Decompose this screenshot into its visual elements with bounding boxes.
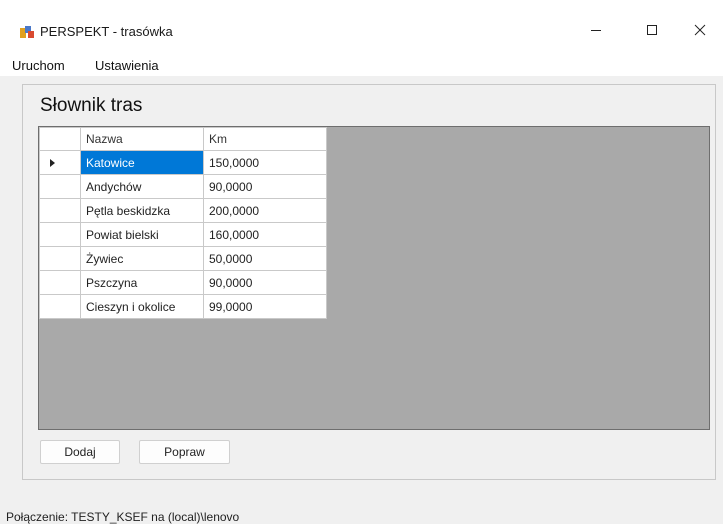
row-header[interactable]: [39, 246, 81, 271]
cell-km[interactable]: 50,0000: [203, 246, 327, 271]
cell-nazwa[interactable]: Żywiec: [80, 246, 204, 271]
routes-grid[interactable]: Nazwa Km Katowice 150,0000 Andychów 90,0…: [38, 126, 710, 430]
cell-km[interactable]: 200,0000: [203, 198, 327, 223]
table-row[interactable]: Żywiec 50,0000: [39, 246, 327, 271]
cell-nazwa[interactable]: Andychów: [80, 174, 204, 199]
menu-ustawienia[interactable]: Ustawienia: [95, 58, 159, 73]
cell-nazwa[interactable]: Powiat bielski: [80, 222, 204, 247]
cell-km[interactable]: 90,0000: [203, 174, 327, 199]
cell-nazwa[interactable]: Katowice: [80, 150, 204, 175]
row-header[interactable]: [39, 150, 81, 175]
maximize-button[interactable]: [629, 14, 675, 46]
row-header[interactable]: [39, 222, 81, 247]
add-button[interactable]: Dodaj: [40, 440, 120, 464]
row-header[interactable]: [39, 174, 81, 199]
menu-uruchom[interactable]: Uruchom: [12, 58, 65, 73]
cell-km[interactable]: 90,0000: [203, 270, 327, 295]
table-row[interactable]: Powiat bielski 160,0000: [39, 222, 327, 247]
column-header-nazwa[interactable]: Nazwa: [80, 127, 204, 151]
table-header-row: Nazwa Km: [39, 127, 327, 151]
cell-nazwa[interactable]: Cieszyn i okolice: [80, 294, 204, 319]
edit-button[interactable]: Popraw: [139, 440, 230, 464]
cell-km[interactable]: 160,0000: [203, 222, 327, 247]
cell-nazwa[interactable]: Pszczyna: [80, 270, 204, 295]
current-row-arrow-icon: [50, 159, 55, 167]
app-icon: [20, 26, 34, 38]
row-header[interactable]: [39, 270, 81, 295]
maximize-icon: [647, 25, 657, 35]
title-bar: PERSPEKT - trasówka: [0, 0, 723, 50]
close-icon: [694, 24, 706, 36]
table-row[interactable]: Pętla beskidzka 200,0000: [39, 198, 327, 223]
menu-bar: Uruchom Ustawienia: [0, 50, 723, 76]
table-row[interactable]: Cieszyn i okolice 99,0000: [39, 294, 327, 319]
minimize-icon: [591, 30, 601, 31]
table-row[interactable]: Andychów 90,0000: [39, 174, 327, 199]
close-button[interactable]: [677, 14, 723, 46]
table-row[interactable]: Katowice 150,0000: [39, 150, 327, 175]
row-header-corner: [39, 127, 81, 151]
status-bar: Połączenie: TESTY_KSEF na (local)\lenovo: [0, 508, 723, 524]
minimize-button[interactable]: [573, 14, 619, 46]
window-title: PERSPEKT - trasówka: [40, 24, 173, 39]
cell-nazwa[interactable]: Pętla beskidzka: [80, 198, 204, 223]
routes-table: Nazwa Km Katowice 150,0000 Andychów 90,0…: [39, 127, 327, 319]
row-header[interactable]: [39, 198, 81, 223]
row-header[interactable]: [39, 294, 81, 319]
cell-km[interactable]: 150,0000: [203, 150, 327, 175]
page-title: Słownik tras: [40, 95, 143, 116]
table-row[interactable]: Pszczyna 90,0000: [39, 270, 327, 295]
column-header-km[interactable]: Km: [203, 127, 327, 151]
cell-km[interactable]: 99,0000: [203, 294, 327, 319]
connection-status: Połączenie: TESTY_KSEF na (local)\lenovo: [6, 510, 240, 524]
